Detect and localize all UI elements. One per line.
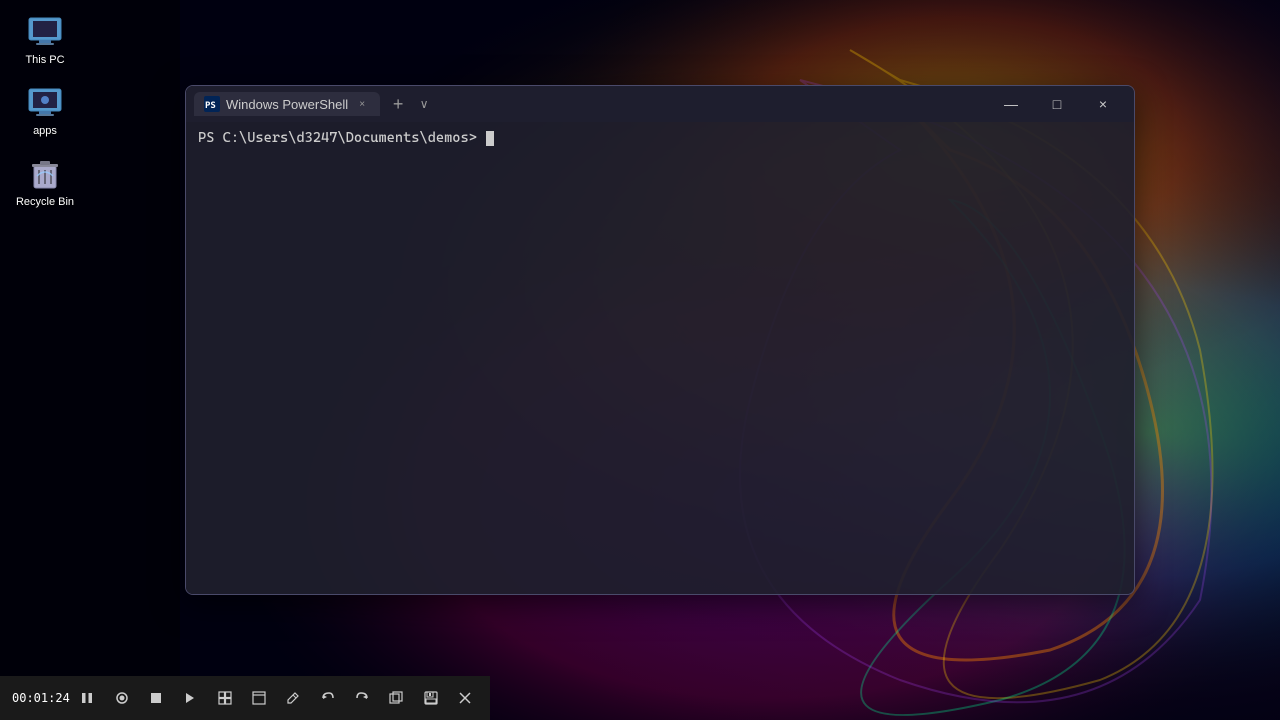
toolbar-close-button[interactable] xyxy=(452,684,478,712)
window-icon xyxy=(252,691,266,705)
recycle-bin-icon xyxy=(27,156,63,192)
play-button[interactable] xyxy=(177,684,203,712)
apps-icon xyxy=(27,85,63,121)
record-circle-icon xyxy=(115,691,129,705)
copy-frames-icon xyxy=(389,691,403,705)
recycle-bin-label: Recycle Bin xyxy=(16,196,74,209)
svg-text:PS: PS xyxy=(205,101,216,111)
new-tab-button[interactable]: + xyxy=(384,90,412,118)
powershell-content[interactable]: PS C:\Users\d3247\Documents\demos> xyxy=(186,122,1134,594)
tab-dropdown-button[interactable]: ∨ xyxy=(412,92,436,116)
window-button[interactable] xyxy=(246,684,272,712)
desktop-icon-apps[interactable]: apps xyxy=(10,81,80,142)
pen-button[interactable] xyxy=(280,684,306,712)
desktop-icon-area: This PC apps xyxy=(0,0,90,224)
ps-cursor xyxy=(486,131,494,146)
ps-prompt-text: PS C:\Users\d3247\Documents\demos> xyxy=(198,130,485,146)
window-controls: — □ × xyxy=(988,86,1126,122)
powershell-tab-icon: PS xyxy=(204,96,220,112)
toolbar-close-icon xyxy=(459,692,471,704)
this-pc-icon xyxy=(27,14,63,50)
redo-button[interactable] xyxy=(349,684,375,712)
minimize-button[interactable]: — xyxy=(988,86,1034,122)
layout-icon xyxy=(218,691,232,705)
undo-button[interactable] xyxy=(314,684,340,712)
powershell-window: PS Windows PowerShell × + ∨ — □ × PS C:\… xyxy=(185,85,1135,595)
pause-icon xyxy=(80,691,94,705)
recording-time: 00:01:24 xyxy=(12,691,66,705)
powershell-titlebar: PS Windows PowerShell × + ∨ — □ × xyxy=(186,86,1134,122)
save-button[interactable] xyxy=(417,684,443,712)
this-pc-label: This PC xyxy=(25,54,64,67)
undo-icon xyxy=(321,691,335,705)
play-icon xyxy=(183,691,197,705)
prompt-line: PS C:\Users\d3247\Documents\demos> xyxy=(198,130,1122,146)
desktop-icon-this-pc[interactable]: This PC xyxy=(10,10,80,71)
tab-close-button[interactable]: × xyxy=(354,96,370,112)
redo-icon xyxy=(355,691,369,705)
recording-toolbar: 00:01:24 xyxy=(0,676,490,720)
apps-label: apps xyxy=(33,125,57,138)
desktop: This PC apps xyxy=(0,0,1280,720)
powershell-tab-label: Windows PowerShell xyxy=(226,97,348,112)
powershell-tab[interactable]: PS Windows PowerShell × xyxy=(194,92,380,116)
save-icon xyxy=(424,691,438,705)
pen-icon xyxy=(286,691,300,705)
pause-button[interactable] xyxy=(74,684,100,712)
stop-button[interactable] xyxy=(143,684,169,712)
stop-icon xyxy=(149,691,163,705)
desktop-icon-recycle-bin[interactable]: Recycle Bin xyxy=(10,152,80,213)
layout-button[interactable] xyxy=(212,684,238,712)
maximize-button[interactable]: □ xyxy=(1034,86,1080,122)
record-circle-button[interactable] xyxy=(109,684,135,712)
close-button[interactable]: × xyxy=(1080,86,1126,122)
copy-frames-button[interactable] xyxy=(383,684,409,712)
